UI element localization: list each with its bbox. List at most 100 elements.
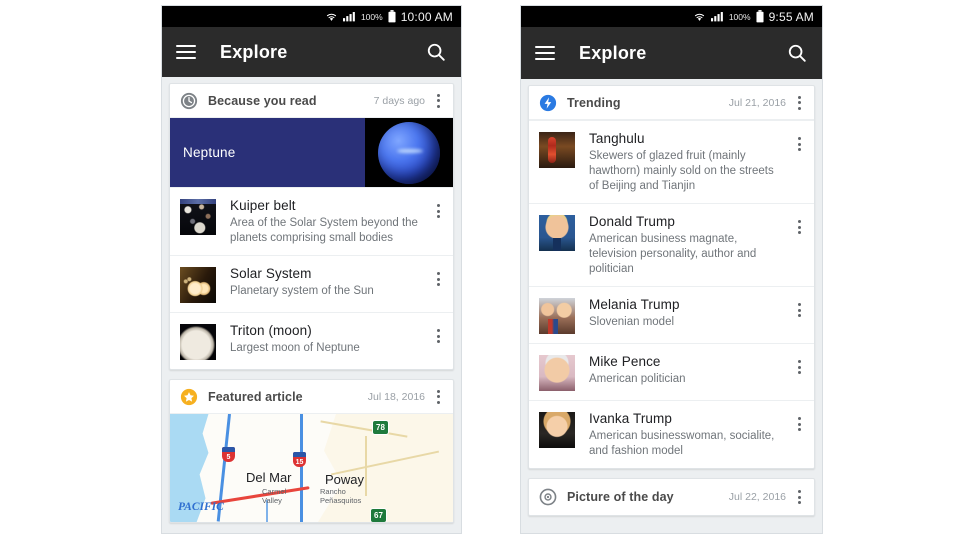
more-vert-icon[interactable] [431,326,445,346]
card-header: Featured article Jul 18, 2016 [170,380,453,414]
search-icon[interactable] [786,42,808,64]
list-item[interactable]: Melania Trump Slovenian model [529,286,814,343]
camera-aperture-icon [539,488,557,506]
card-title: Because you read [208,93,317,108]
status-clock: 9:55 AM [768,9,814,24]
hamburger-menu-icon[interactable] [176,41,196,63]
neptune-banner[interactable]: Neptune [170,118,453,187]
card-date: 7 days ago [373,94,425,107]
list-item-text: Triton (moon) Largest moon of Neptune [216,322,431,360]
list-item[interactable]: Mike Pence American politician [529,343,814,400]
list-item-title: Donald Trump [589,214,675,229]
kuiper-belt-thumbnail [180,199,216,235]
card-title: Trending [567,95,621,110]
wifi-icon [693,11,706,22]
interstate-5-shield-icon: 5 [222,447,235,462]
list-item-description: Largest moon of Neptune [230,342,360,354]
triton-moon-thumbnail [180,324,216,360]
list-item-title: Mike Pence [589,354,661,369]
list-item-title: Solar System [230,266,312,281]
list-item-description: Area of the Solar System beyond the plan… [230,217,418,244]
content-scroll-right[interactable]: Trending Jul 21, 2016 Tanghulu Skewers o… [521,79,822,533]
card-because-you-read: Because you read 7 days ago Neptune Kuip… [169,83,454,370]
neptune-planet-image [365,118,453,187]
list-item[interactable]: Triton (moon) Largest moon of Neptune [170,312,453,369]
list-item-text: Solar System Planetary system of the Sun [216,265,431,303]
ivanka-trump-thumbnail [539,412,575,448]
map-label-rancho-penasquitos: Rancho Peñasquitos [320,487,362,505]
card-date: Jul 21, 2016 [728,96,786,109]
battery-percent-label: 100% [360,11,383,22]
history-clock-icon [180,92,198,110]
banner-title: Neptune [183,145,236,160]
trending-bolt-icon [539,94,557,112]
more-vert-icon[interactable] [792,134,806,154]
list-item-description: American business magnate, television pe… [589,233,757,275]
more-vert-icon[interactable] [792,217,806,237]
map-highway-15 [300,414,303,522]
card-title: Featured article [208,389,303,404]
battery-percent-label: 100% [728,11,751,22]
card-title: Picture of the day [567,490,674,504]
more-vert-icon[interactable] [792,357,806,377]
more-vert-icon[interactable] [792,93,806,113]
list-item[interactable]: Tanghulu Skewers of glazed fruit (mainly… [529,120,814,203]
featured-article-map[interactable]: 5 15 78 67 Del Mar Poway Carmel Valley Ra… [170,414,453,522]
page-title: Explore [579,42,647,63]
content-scroll-left[interactable]: Because you read 7 days ago Neptune Kuip… [162,77,461,533]
status-clock: 10:00 AM [400,9,453,24]
mike-pence-thumbnail [539,355,575,391]
donald-trump-thumbnail [539,215,575,251]
app-bar-left: Explore [162,27,461,77]
more-vert-icon[interactable] [431,91,445,111]
star-badge-icon [180,388,198,406]
card-featured-article: Featured article Jul 18, 2016 5 15 78 67… [169,379,454,523]
cellular-signal-icon [710,11,724,22]
list-item[interactable]: Kuiper belt Area of the Solar System bey… [170,187,453,255]
list-item-description: Skewers of glazed fruit (mainly hawthorn… [589,150,774,192]
card-trending: Trending Jul 21, 2016 Tanghulu Skewers o… [528,85,815,469]
map-label-carmel-valley: Carmel Valley [262,487,287,505]
card-header: Picture of the day Jul 22, 2016 [529,479,814,515]
tanghulu-thumbnail [539,132,575,168]
list-item[interactable]: Ivanka Trump American businesswoman, soc… [529,400,814,468]
screenshot-stage: 100% 10:00 AM Explore Because you read 7… [0,0,980,539]
more-vert-icon[interactable] [792,300,806,320]
page-title: Explore [220,41,288,62]
list-item[interactable]: Solar System Planetary system of the Sun [170,255,453,312]
solar-system-thumbnail [180,267,216,303]
list-item-text: Tanghulu Skewers of glazed fruit (mainly… [575,130,792,194]
map-label-del-mar: Del Mar [246,470,292,485]
search-icon[interactable] [425,41,447,63]
card-date: Jul 18, 2016 [367,390,425,403]
cellular-signal-icon [342,11,356,22]
list-item-text: Melania Trump Slovenian model [575,296,792,334]
list-item-text: Donald Trump American business magnate, … [575,213,792,277]
list-item-title: Kuiper belt [230,198,296,213]
more-vert-icon[interactable] [431,269,445,289]
more-vert-icon[interactable] [792,414,806,434]
list-item-title: Triton (moon) [230,323,312,338]
phone-right: 100% 9:55 AM Explore Trending Jul 21, 20… [521,6,822,533]
melania-trump-thumbnail [539,298,575,334]
list-item-text: Kuiper belt Area of the Solar System bey… [216,197,431,246]
list-item-title: Melania Trump [589,297,680,312]
list-item-text: Ivanka Trump American businesswoman, soc… [575,410,792,459]
more-vert-icon[interactable] [792,487,806,507]
list-item-description: Slovenian model [589,316,675,328]
hamburger-menu-icon[interactable] [535,42,555,64]
list-item[interactable]: Donald Trump American business magnate, … [529,203,814,286]
battery-full-icon [388,10,396,23]
card-date: Jul 22, 2016 [728,491,786,503]
more-vert-icon[interactable] [431,201,445,221]
state-route-78-icon: 78 [372,420,389,435]
interstate-15-shield-icon: 15 [293,452,306,467]
list-item-description: Planetary system of the Sun [230,285,374,297]
status-bar-left: 100% 10:00 AM [162,6,461,27]
phone-left: 100% 10:00 AM Explore Because you read 7… [162,6,461,533]
wifi-icon [325,11,338,22]
list-item-title: Tanghulu [589,131,645,146]
status-bar-right: 100% 9:55 AM [521,6,822,27]
map-road-minor-4 [365,436,367,496]
more-vert-icon[interactable] [431,387,445,407]
